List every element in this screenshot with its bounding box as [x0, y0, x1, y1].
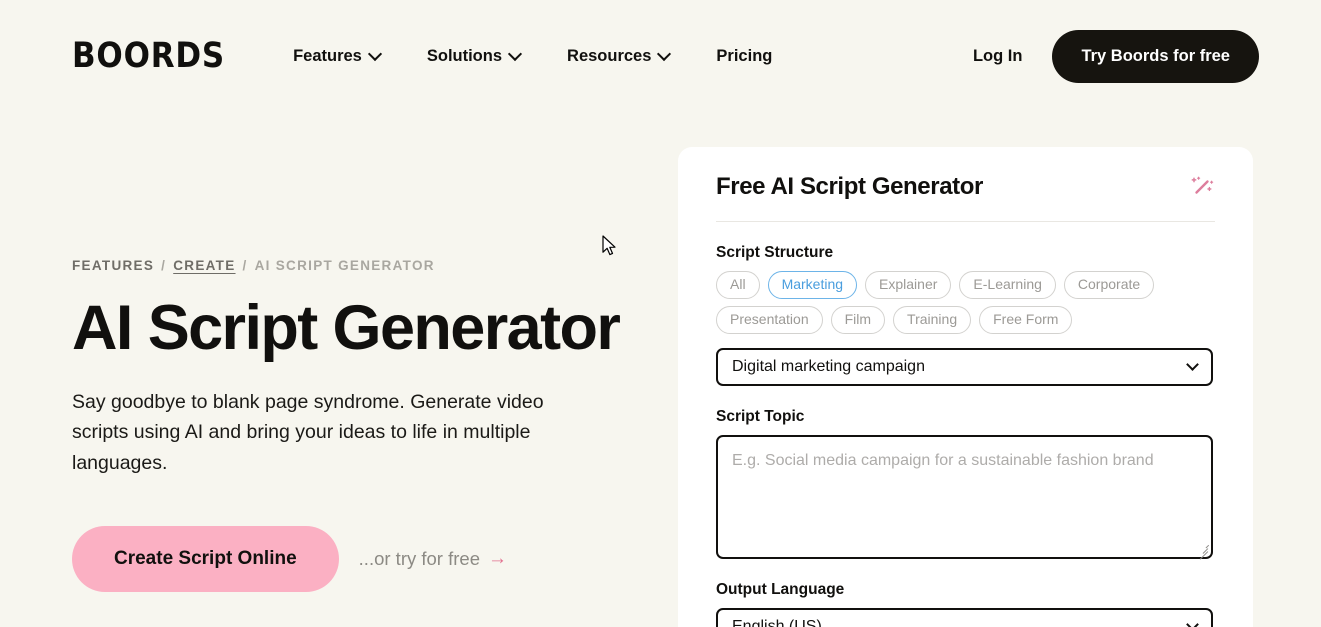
nav-label: Solutions: [427, 47, 502, 66]
mouse-cursor: [601, 235, 618, 258]
hero-section: FEATURES / CREATE / AI SCRIPT GENERATOR …: [72, 258, 662, 592]
hero-description: Say goodbye to blank page syndrome. Gene…: [72, 387, 582, 478]
site-header: BOORDS Features Solutions Resources Pric…: [0, 0, 1321, 112]
breadcrumb-separator: /: [161, 258, 166, 273]
tag-free-form[interactable]: Free Form: [979, 306, 1072, 334]
chevron-down-icon: [510, 49, 521, 60]
primary-nav: Features Solutions Resources Pricing: [270, 39, 795, 74]
nav-item-pricing[interactable]: Pricing: [693, 39, 795, 74]
script-structure-select-value: Digital marketing campaign: [732, 358, 925, 376]
tag-explainer[interactable]: Explainer: [865, 271, 951, 299]
nav-item-solutions[interactable]: Solutions: [404, 39, 544, 74]
tag-all[interactable]: All: [716, 271, 760, 299]
chevron-down-icon: [1188, 620, 1198, 627]
panel-title: Free AI Script Generator: [716, 173, 983, 201]
arrow-right-icon: →: [488, 549, 507, 568]
output-language-select-value: English (US): [732, 618, 822, 627]
textarea-resize-handle[interactable]: [1196, 542, 1209, 555]
breadcrumb-item-create[interactable]: CREATE: [173, 258, 235, 273]
ai-script-generator-panel: Free AI Script Generator Script Structur…: [678, 147, 1253, 627]
nav-actions: Log In Try Boords for free: [973, 30, 1259, 83]
script-topic-input[interactable]: E.g. Social media campaign for a sustain…: [716, 435, 1213, 559]
page-title: AI Script Generator: [72, 295, 662, 361]
log-in-link[interactable]: Log In: [973, 47, 1022, 66]
tag-training[interactable]: Training: [893, 306, 971, 334]
tag-film[interactable]: Film: [831, 306, 885, 334]
breadcrumb: FEATURES / CREATE / AI SCRIPT GENERATOR: [72, 258, 662, 273]
output-language-label: Output Language: [716, 581, 1215, 599]
chevron-down-icon: [370, 49, 381, 60]
nav-label: Resources: [567, 47, 651, 66]
create-script-online-button[interactable]: Create Script Online: [72, 526, 339, 592]
script-topic-placeholder: E.g. Social media campaign for a sustain…: [732, 450, 1197, 472]
chevron-down-icon: [1188, 360, 1198, 370]
nav-item-resources[interactable]: Resources: [544, 39, 693, 74]
tag-corporate[interactable]: Corporate: [1064, 271, 1154, 299]
nav-item-features[interactable]: Features: [270, 39, 404, 74]
nav-label: Features: [293, 47, 362, 66]
panel-header: Free AI Script Generator: [716, 173, 1215, 222]
try-for-free-link[interactable]: ...or try for free →: [359, 548, 507, 570]
boords-logo[interactable]: BOORDS: [72, 39, 225, 74]
chevron-down-icon: [659, 49, 670, 60]
tag-marketing[interactable]: Marketing: [768, 271, 857, 299]
script-structure-label: Script Structure: [716, 244, 1215, 262]
magic-wand-icon: [1189, 174, 1215, 200]
script-structure-select[interactable]: Digital marketing campaign: [716, 348, 1213, 386]
script-structure-tag-row-1: All Marketing Explainer E-Learning Corpo…: [716, 271, 1215, 334]
nav-label: Pricing: [716, 47, 772, 66]
tag-e-learning[interactable]: E-Learning: [959, 271, 1056, 299]
script-topic-label: Script Topic: [716, 408, 1215, 426]
hero-cta-row: Create Script Online ...or try for free …: [72, 526, 662, 592]
breadcrumb-item-current: AI SCRIPT GENERATOR: [255, 258, 435, 273]
try-for-free-label: ...or try for free: [359, 548, 480, 570]
breadcrumb-separator: /: [243, 258, 248, 273]
tag-presentation[interactable]: Presentation: [716, 306, 823, 334]
try-boords-for-free-button[interactable]: Try Boords for free: [1052, 30, 1259, 83]
breadcrumb-item-features[interactable]: FEATURES: [72, 258, 154, 273]
output-language-select[interactable]: English (US): [716, 608, 1213, 627]
